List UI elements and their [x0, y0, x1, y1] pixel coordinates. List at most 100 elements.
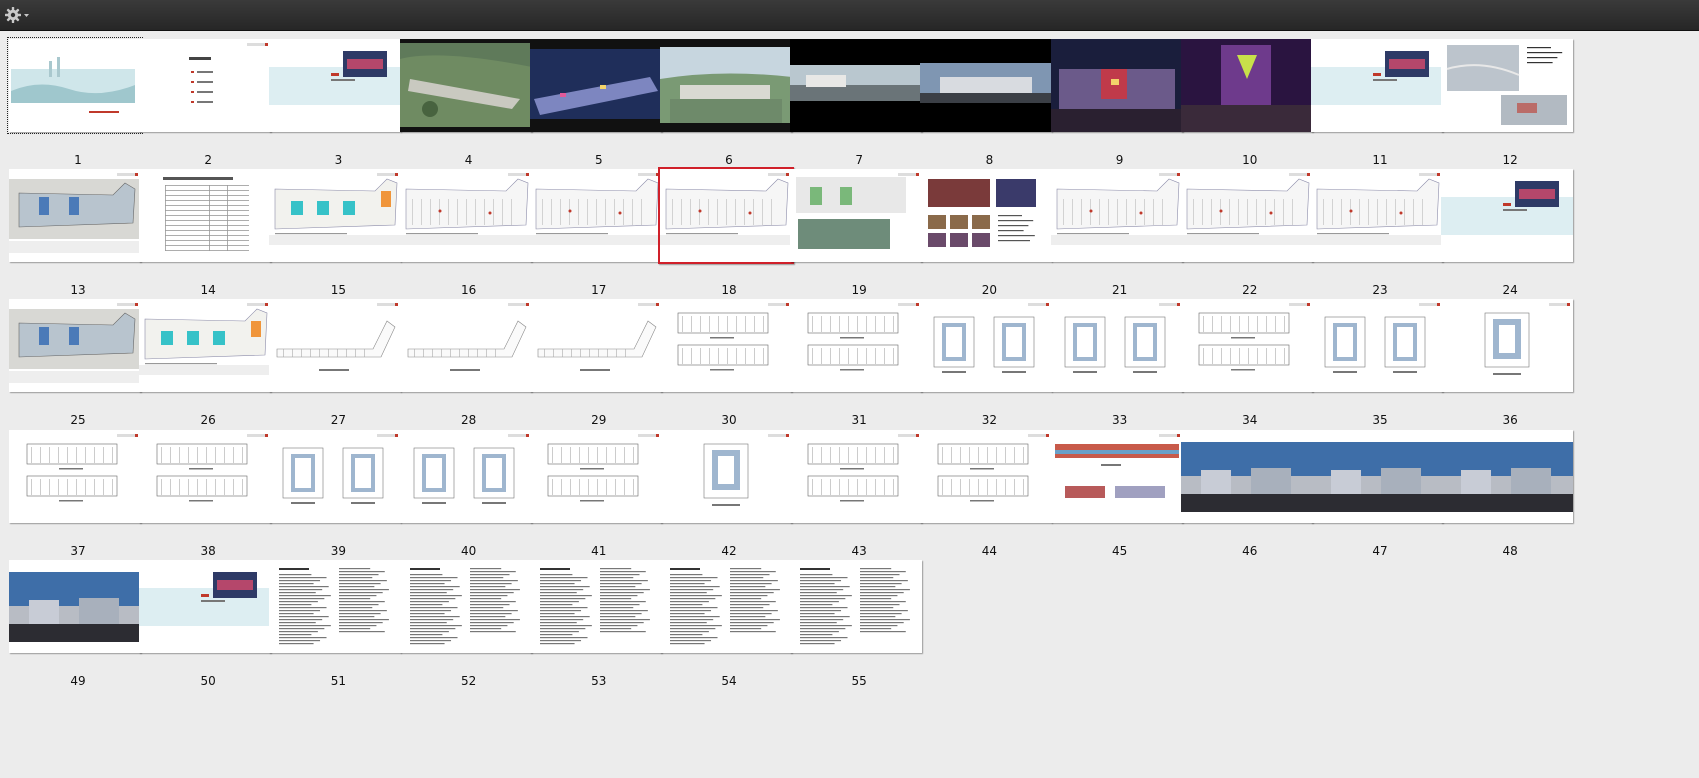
page-thumbnail[interactable]: 32 — [915, 296, 1056, 437]
page-thumbnail[interactable]: 13 — [4, 166, 145, 307]
page-preview[interactable] — [529, 429, 662, 523]
page-preview[interactable] — [139, 429, 272, 523]
page-thumbnail[interactable]: 6 — [655, 36, 796, 177]
page-preview[interactable] — [399, 299, 532, 393]
page-thumbnail[interactable]: 22 — [1176, 166, 1317, 307]
page-thumbnail[interactable]: 46 — [1176, 427, 1317, 568]
page-thumbnail[interactable]: 51 — [264, 557, 405, 698]
page-preview[interactable] — [790, 169, 923, 263]
page-thumbnail[interactable]: 20 — [915, 166, 1056, 307]
page-thumbnail[interactable]: 17 — [525, 166, 666, 307]
page-thumbnail[interactable]: 44 — [915, 427, 1056, 568]
page-preview[interactable] — [399, 169, 532, 263]
page-thumbnail[interactable]: 52 — [395, 557, 536, 698]
page-thumbnail[interactable]: 19 — [785, 166, 926, 307]
page-thumbnail[interactable]: 53 — [525, 557, 666, 698]
page-preview[interactable] — [529, 169, 662, 263]
page-thumbnail[interactable]: 9 — [1046, 36, 1187, 177]
page-thumbnail[interactable]: 31 — [785, 296, 926, 437]
page-thumbnail[interactable]: 7 — [785, 36, 926, 177]
page-thumbnail[interactable]: 11 — [1306, 36, 1447, 177]
page-preview[interactable] — [1311, 169, 1443, 263]
page-preview[interactable] — [269, 299, 402, 393]
page-preview[interactable] — [1441, 169, 1574, 263]
options-menu-button[interactable] — [3, 5, 31, 25]
page-preview[interactable] — [139, 169, 272, 263]
page-thumbnail[interactable]: 43 — [785, 427, 926, 568]
page-preview[interactable] — [1441, 39, 1574, 132]
page-thumbnail[interactable]: 39 — [264, 427, 405, 568]
page-preview[interactable] — [790, 39, 923, 132]
page-preview[interactable] — [139, 299, 272, 393]
page-thumbnail[interactable]: 54 — [655, 557, 796, 698]
page-thumbnail[interactable]: 35 — [1306, 296, 1447, 437]
page-preview[interactable] — [529, 299, 662, 393]
page-preview[interactable] — [1180, 299, 1313, 393]
page-preview[interactable] — [399, 559, 532, 653]
page-preview[interactable] — [9, 429, 141, 523]
page-preview[interactable] — [1050, 39, 1183, 132]
page-preview[interactable] — [9, 299, 141, 393]
page-preview[interactable] — [399, 39, 532, 132]
page-preview[interactable] — [529, 39, 662, 132]
page-thumbnail[interactable]: 30 — [655, 296, 796, 437]
page-preview[interactable] — [1180, 169, 1313, 263]
page-thumbnail[interactable]: 38 — [134, 427, 275, 568]
page-preview[interactable] — [9, 559, 141, 653]
page-preview[interactable] — [660, 39, 792, 132]
page-thumbnail[interactable]: 16 — [395, 166, 536, 307]
page-thumbnail[interactable]: 15 — [264, 166, 405, 307]
page-thumbnail[interactable]: 10 — [1176, 36, 1317, 177]
page-thumbnail[interactable]: 14 — [134, 166, 275, 307]
page-preview[interactable] — [1311, 39, 1443, 132]
page-preview[interactable] — [660, 429, 792, 523]
page-preview[interactable] — [269, 39, 402, 132]
page-thumbnail[interactable]: 25 — [4, 296, 145, 437]
page-thumbnail[interactable]: 12 — [1436, 36, 1577, 177]
page-preview[interactable] — [920, 39, 1053, 132]
page-thumbnail[interactable]: 28 — [395, 296, 536, 437]
page-preview[interactable] — [1050, 169, 1183, 263]
page-thumbnail[interactable]: 29 — [525, 296, 666, 437]
page-thumbnail[interactable]: 18 — [655, 166, 796, 307]
page-preview[interactable] — [269, 559, 402, 653]
page-thumbnail[interactable]: 55 — [785, 557, 926, 698]
page-thumbnail[interactable]: 49 — [4, 557, 145, 698]
page-preview[interactable] — [1441, 299, 1574, 393]
page-thumbnail[interactable]: 1 — [4, 36, 145, 177]
page-thumbnail[interactable]: 21 — [1046, 166, 1187, 307]
page-thumbnail[interactable]: 34 — [1176, 296, 1317, 437]
page-preview[interactable] — [920, 299, 1053, 393]
page-thumbnail[interactable]: 3 — [264, 36, 405, 177]
page-thumbnail[interactable]: 2 — [134, 36, 275, 177]
page-thumbnail[interactable]: 27 — [264, 296, 405, 437]
page-thumbnail[interactable]: 50 — [134, 557, 275, 698]
page-preview[interactable] — [139, 559, 272, 653]
page-preview[interactable] — [139, 39, 272, 132]
page-preview[interactable] — [269, 169, 402, 263]
page-thumbnail[interactable]: 42 — [655, 427, 796, 568]
page-preview[interactable] — [9, 169, 141, 263]
page-preview[interactable] — [660, 299, 792, 393]
page-preview[interactable] — [7, 37, 143, 134]
page-preview[interactable] — [269, 429, 402, 523]
page-thumbnail[interactable]: 8 — [915, 36, 1056, 177]
page-thumbnail[interactable]: 4 — [395, 36, 536, 177]
page-thumbnail[interactable]: 26 — [134, 296, 275, 437]
page-preview[interactable] — [399, 429, 532, 523]
page-preview[interactable] — [790, 429, 923, 523]
page-thumbnail[interactable]: 41 — [525, 427, 666, 568]
page-thumbnail[interactable]: 40 — [395, 427, 536, 568]
page-preview[interactable] — [920, 169, 1053, 263]
page-preview[interactable] — [658, 167, 794, 265]
page-thumbnail[interactable]: 48 — [1436, 427, 1577, 568]
page-preview[interactable] — [1441, 429, 1574, 523]
page-preview[interactable] — [1050, 429, 1183, 523]
page-thumbnail[interactable]: 36 — [1436, 296, 1577, 437]
page-preview[interactable] — [1311, 429, 1443, 523]
page-preview[interactable] — [660, 559, 792, 653]
page-thumbnail[interactable]: 33 — [1046, 296, 1187, 437]
page-thumbnail[interactable]: 37 — [4, 427, 145, 568]
page-preview[interactable] — [1311, 299, 1443, 393]
page-thumbnail[interactable]: 45 — [1046, 427, 1187, 568]
